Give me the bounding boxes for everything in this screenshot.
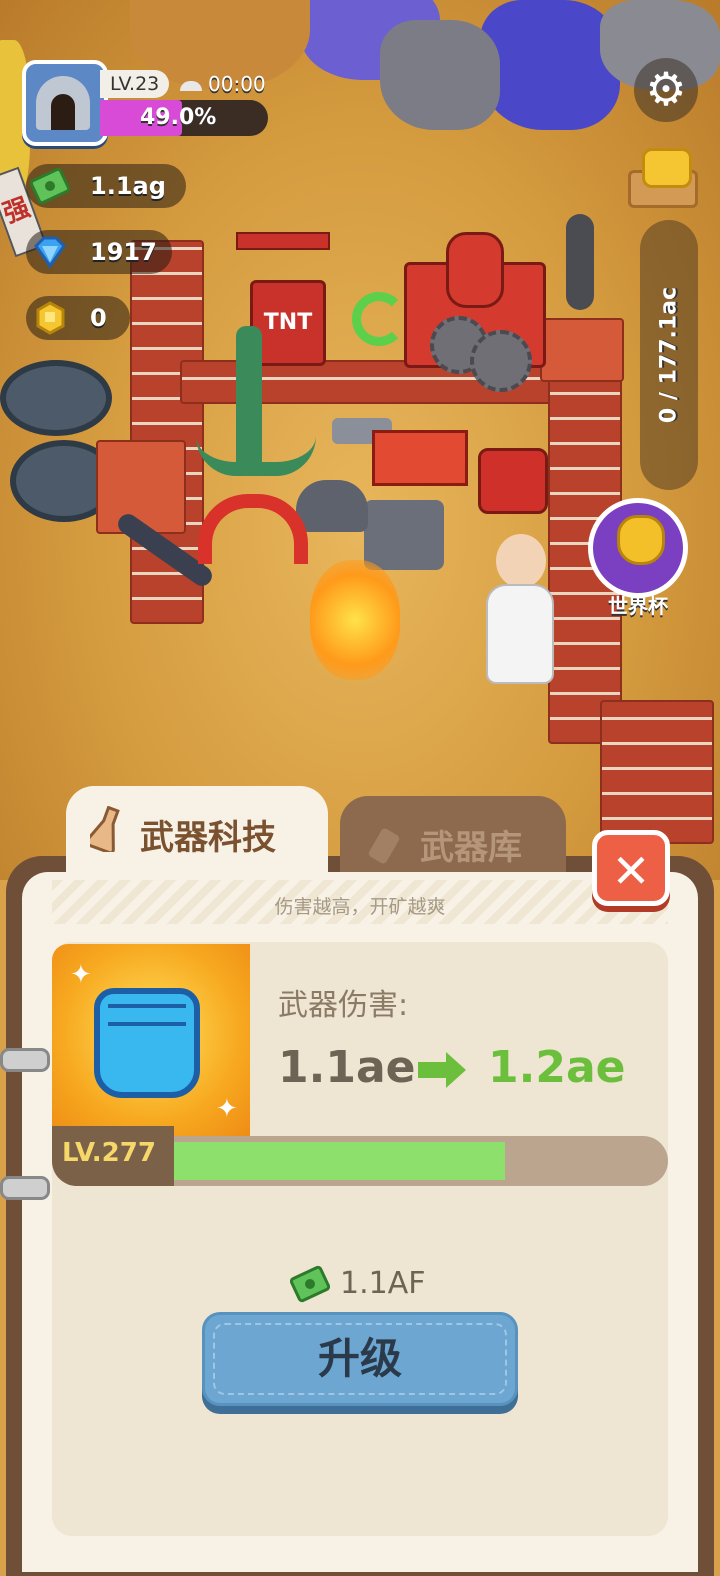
cash-icon (30, 167, 70, 205)
weapon-level-tag: LV.277 (52, 1126, 174, 1186)
gold-value: 0 (90, 304, 107, 332)
dynamite-bundle (478, 448, 548, 514)
close-icon: ✕ (611, 844, 651, 898)
dynamite-icon (368, 828, 400, 864)
green-arrow-indicator (352, 292, 406, 346)
cash-counter[interactable]: 1.1ag (26, 164, 186, 208)
flask-icon (90, 806, 120, 852)
upgrade-button-label: 升级 (317, 1334, 402, 1383)
binder-ring (0, 1176, 50, 1200)
upgrade-cost-value: 1.1AF (340, 1266, 426, 1301)
anchor-base (196, 436, 316, 476)
cash-value: 1.1ag (90, 172, 166, 200)
gem-counter[interactable]: 1917 (26, 230, 172, 274)
cash-icon (290, 1265, 330, 1303)
player-character[interactable] (310, 560, 400, 680)
rock-cluster (380, 20, 500, 130)
gold-counter[interactable]: 0 (26, 296, 130, 340)
fist-icon (94, 988, 200, 1098)
hardhat-icon (180, 80, 202, 91)
world-cup-label: 世界杯 (608, 594, 668, 618)
iron-weapon (296, 480, 368, 532)
gear-right (470, 330, 532, 392)
claw-weapon (364, 500, 444, 570)
level-progress-text: 49.0% (140, 105, 217, 130)
tnt-label: TNT (263, 310, 313, 335)
gear-icon: ⚙ (645, 62, 687, 116)
capacity-text: 0 / 177.1ac (656, 286, 682, 424)
weapon-image: ✦ ✦ (52, 944, 250, 1142)
level-progress-bar: 49.0% (100, 100, 268, 136)
weapon-level-fill (172, 1142, 506, 1180)
binder-ring (0, 1048, 50, 1072)
gem-value: 1917 (90, 238, 157, 266)
timer-text: 00:00 (208, 72, 266, 96)
axe-weapon (372, 430, 468, 486)
pipe (566, 214, 594, 310)
brick-pillar (96, 440, 186, 534)
tab-armory-label: 武器库 (420, 828, 522, 868)
close-button[interactable]: ✕ (592, 830, 670, 906)
crystal-cluster (480, 0, 620, 130)
player-level: LV.23 (100, 70, 170, 98)
trophy-icon (617, 515, 665, 565)
mine-avatar-button[interactable] (22, 60, 108, 146)
charging-pad[interactable] (0, 360, 112, 436)
scientist-npc-head[interactable] (496, 534, 546, 588)
ore-storage-button[interactable] (628, 144, 698, 208)
weapon-level-text: LV.277 (62, 1138, 156, 1168)
sparkle-icon: ✦ (70, 960, 92, 990)
scientist-npc-body[interactable] (486, 584, 554, 684)
stat-label: 武器伤害: (278, 988, 409, 1023)
current-damage-value: 1.1ae (278, 1042, 416, 1093)
gold-ore-icon (642, 148, 692, 188)
red-barrel (446, 232, 504, 308)
mine-entrance-icon (36, 76, 90, 130)
capacity-bar: 0 / 177.1ac (640, 220, 698, 490)
magnet-weapon (198, 494, 308, 564)
next-damage-value: 1.2ae (488, 1042, 626, 1093)
upgrade-button[interactable]: 升级 (202, 1312, 518, 1406)
tab-weapon-tech[interactable]: 武器科技 (66, 786, 328, 886)
world-cup-event-button[interactable] (588, 498, 688, 598)
brick-wall-right-end (600, 700, 714, 844)
arrow-right-icon (418, 1052, 466, 1088)
tab-weapon-tech-label: 武器科技 (140, 818, 276, 858)
sparkle-icon: ✦ (216, 1094, 238, 1124)
timer: 00:00 (180, 72, 266, 96)
brick-pillar (540, 318, 624, 382)
detonator-handle (236, 232, 330, 250)
gold-nugget-icon (36, 301, 65, 335)
settings-button[interactable]: ⚙ (634, 58, 698, 122)
diamond-icon (34, 236, 66, 269)
